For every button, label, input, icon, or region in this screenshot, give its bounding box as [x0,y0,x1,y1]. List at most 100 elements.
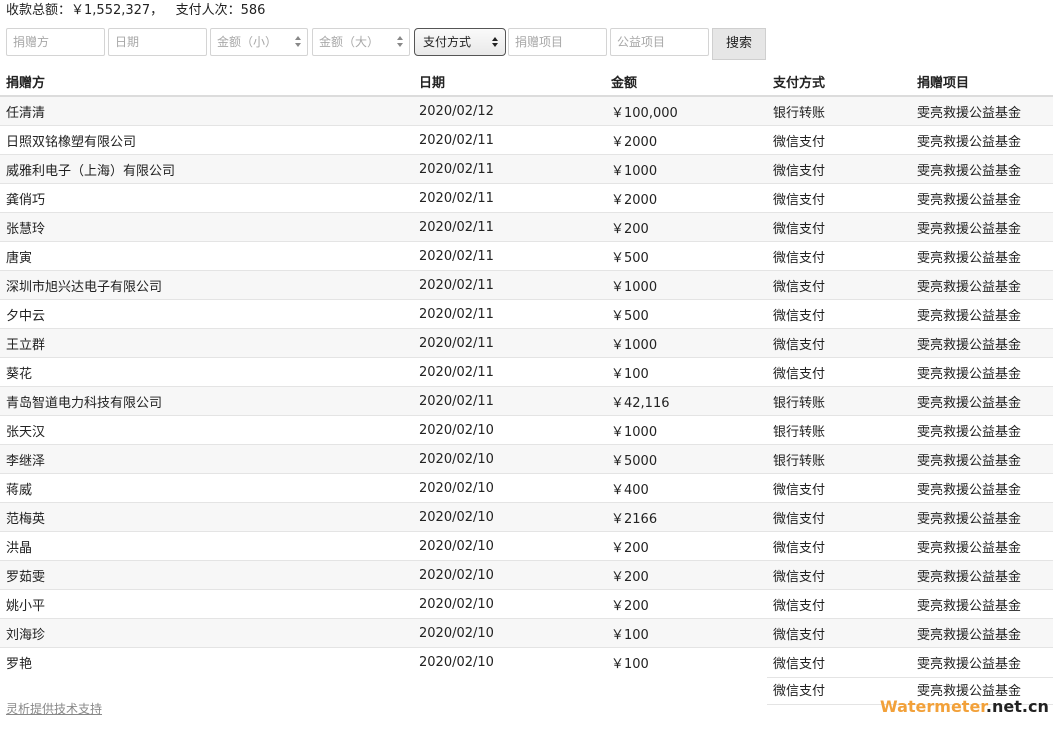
date-filter-input[interactable] [108,28,207,56]
header-payment[interactable]: 支付方式 [767,67,911,97]
cell-donor: 日照双铭橡塑有限公司 [0,125,413,155]
cell-payment: 微信支付 [767,502,911,532]
cell-donor: 王立群 [0,328,413,358]
cell-date: 2020/02/11 [413,270,605,300]
cell-amount: ￥100 [605,357,767,387]
cell-project: 雯亮救援公益基金 [911,183,1053,213]
table-row: 唐寅 2020/02/11 ￥500 微信支付 雯亮救援公益基金 [0,241,1053,271]
amount-min-input[interactable] [210,28,308,56]
cell-donor: 罗艳 [0,647,413,676]
search-button[interactable]: 搜索 [712,28,766,60]
donor-filter-input[interactable] [6,28,105,56]
cell-date: 2020/02/11 [413,386,605,416]
cell-date: 2020/02/11 [413,183,605,213]
table-row: 王立群 2020/02/11 ￥1000 微信支付 雯亮救援公益基金 [0,328,1053,358]
cell-donor: 深圳市旭兴达电子有限公司 [0,270,413,300]
watermark-logo: Watermeter.net.cn [880,697,1049,716]
table-row: 范梅英 2020/02/10 ￥2166 微信支付 雯亮救援公益基金 [0,502,1053,532]
cell-payment: 微信支付 [767,531,911,561]
table-row: 蒋威 2020/02/10 ￥400 微信支付 雯亮救援公益基金 [0,473,1053,503]
cell-amount: ￥200 [605,589,767,619]
cell-date: 2020/02/11 [413,154,605,184]
spinner-icon[interactable] [295,35,302,49]
header-project[interactable]: 捐赠项目 [911,67,1053,97]
cell-donor: 任清清 [0,95,413,126]
cell-donor: 唐寅 [0,241,413,271]
cell-amount: ￥1000 [605,328,767,358]
cell-payment: 微信支付 [767,154,911,184]
cell-project: 雯亮救援公益基金 [911,531,1053,561]
cell-payment: 银行转账 [767,95,911,126]
table-row: 青岛智道电力科技有限公司 2020/02/11 ￥42,116 银行转账 雯亮救援公益基… [0,386,1053,416]
cell-donor: 青岛智道电力科技有限公司 [0,386,413,416]
table-row: 威雅利电子（上海）有限公司 2020/02/11 ￥1000 微信支付 雯亮救援公益基金 [0,154,1053,184]
amount-max-wrapper [312,28,410,56]
table-row: 姚小平 2020/02/10 ￥200 微信支付 雯亮救援公益基金 [0,589,1053,619]
project-filter-input[interactable] [508,28,607,56]
cell-project: 雯亮救援公益基金 [911,473,1053,503]
cell-project: 雯亮救援公益基金 [911,328,1053,358]
table-row: 龚俏巧 2020/02/11 ￥2000 微信支付 雯亮救援公益基金 [0,183,1053,213]
cell-date: 2020/02/11 [413,241,605,271]
table-row: 张天汉 2020/02/10 ￥1000 银行转账 雯亮救援公益基金 [0,415,1053,445]
table-row: 日照双铭橡塑有限公司 2020/02/11 ￥2000 微信支付 雯亮救援公益基金 [0,125,1053,155]
cell-donor: 张天汉 [0,415,413,445]
cell-donor: 蒋威 [0,473,413,503]
count-label: 支付人次： [175,3,241,18]
cell-date: 2020/02/11 [413,299,605,329]
cell-amount: ￥2166 [605,502,767,532]
select-caret-icon [492,37,499,49]
cell-project: 雯亮救援公益基金 [911,241,1053,271]
table-row: 刘海珍 2020/02/10 ￥100 微信支付 雯亮救援公益基金 [0,618,1053,648]
payment-method-selected: 支付方式 [423,35,472,49]
total-value: ￥1,552,327， [71,3,164,18]
cell-project: 雯亮救援公益基金 [911,444,1053,474]
cell-project: 雯亮救援公益基金 [911,212,1053,242]
payment-method-select[interactable]: 支付方式 [414,28,506,56]
cell-donor: 龚俏巧 [0,183,413,213]
header-amount[interactable]: 金额 [605,67,767,97]
cell-donor: 姚小平 [0,589,413,619]
table-row: 葵花 2020/02/11 ￥100 微信支付 雯亮救援公益基金 [0,357,1053,387]
table-row: 罗茹雯 2020/02/10 ￥200 微信支付 雯亮救援公益基金 [0,560,1053,590]
cell-date: 2020/02/11 [413,212,605,242]
cell-amount: ￥500 [605,299,767,329]
cell-payment: 微信支付 [767,328,911,358]
watermark-part2: .net.cn [985,697,1049,716]
cell-amount: ￥2000 [605,183,767,213]
cell-project: 雯亮救援公益基金 [911,154,1053,184]
cell-amount: ￥2000 [605,125,767,155]
cell-amount: ￥100,000 [605,95,767,126]
cell-payment: 微信支付 [767,212,911,242]
cell-project: 雯亮救援公益基金 [911,618,1053,648]
cell-date: 2020/02/11 [413,328,605,358]
cell-payment: 微信支付 [767,618,911,648]
cell-amount: ￥400 [605,473,767,503]
header-donor[interactable]: 捐赠方 [0,67,413,97]
cell-amount: ￥5000 [605,444,767,474]
cell-amount: ￥1000 [605,415,767,445]
cell-project: 雯亮救援公益基金 [911,560,1053,590]
cell-donor: 洪晶 [0,531,413,561]
amount-max-input[interactable] [312,28,410,56]
cell-date: 2020/02/10 [413,473,605,503]
watermark-part1: Watermeter [880,697,986,716]
cell-date: 2020/02/10 [413,531,605,561]
cell-date: 2020/02/10 [413,618,605,648]
summary-bar: 收款总额：￥1,552,327， 支付人次：586 [6,2,265,20]
header-date[interactable]: 日期 [413,67,605,97]
cell-payment: 微信支付 [767,589,911,619]
tech-support-link[interactable]: 灵析提供技术支持 [6,700,102,717]
cell-amount: ￥200 [605,560,767,590]
spinner-icon[interactable] [397,35,404,49]
cell-amount: ￥200 [605,212,767,242]
cell-payment: 银行转账 [767,386,911,416]
table-row: 深圳市旭兴达电子有限公司 2020/02/11 ￥1000 微信支付 雯亮救援公益基金 [0,270,1053,300]
charity-filter-input[interactable] [610,28,709,56]
cell-amount: ￥500 [605,241,767,271]
table-row: 任清清 2020/02/12 ￥100,000 银行转账 雯亮救援公益基金 [0,95,1053,126]
table-header-row: 捐赠方 日期 金额 支付方式 捐赠项目 [0,67,1053,97]
cell-date: 2020/02/10 [413,415,605,445]
cell-donor: 刘海珍 [0,618,413,648]
cell-amount: ￥100 [605,618,767,648]
